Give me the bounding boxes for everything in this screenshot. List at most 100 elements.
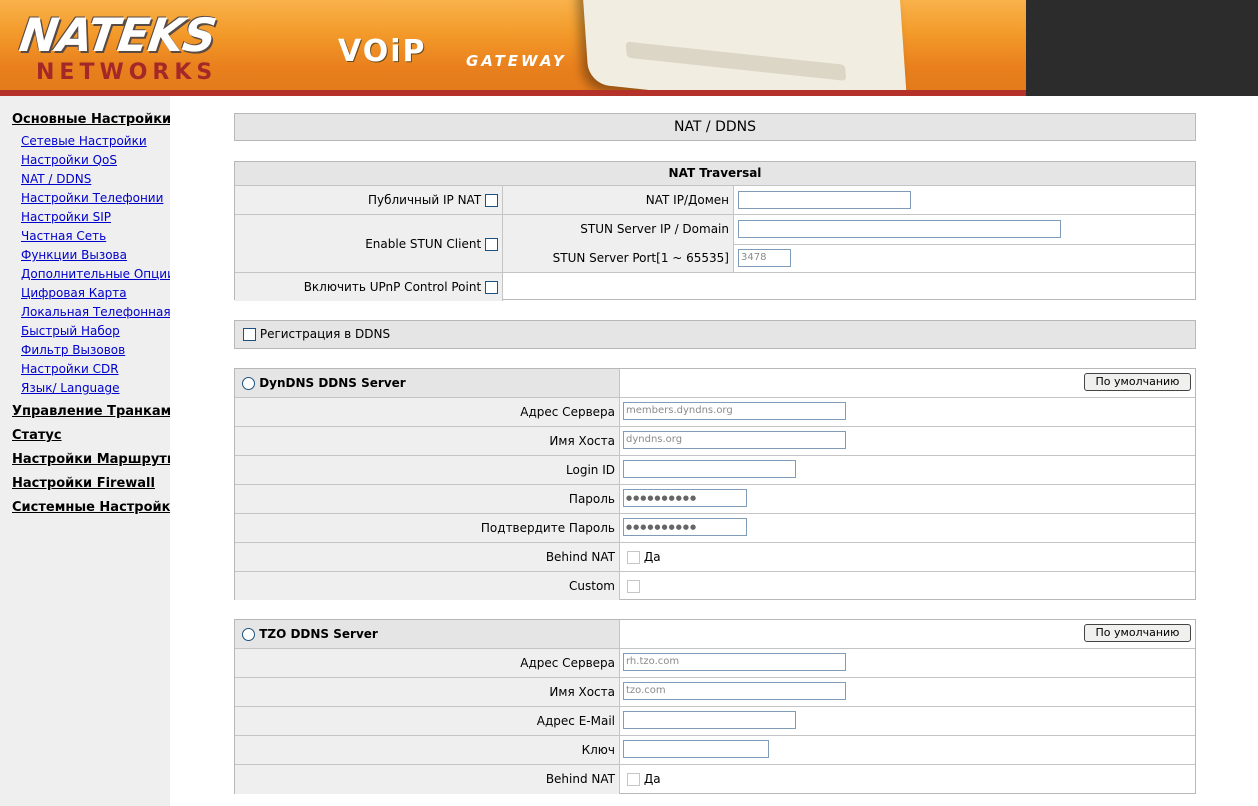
dyndns-behind-nat-checkbox[interactable] <box>627 551 640 564</box>
dyndns-host-label: Имя Хоста <box>235 427 620 456</box>
tzo-email-label: Адрес E-Mail <box>235 707 620 736</box>
tzo-server-input[interactable]: rh.tzo.com <box>623 653 846 671</box>
tzo-row-email: Адрес E-Mail <box>235 706 1195 736</box>
dyndns-password-input[interactable]: ●●●●●●●●●● <box>623 489 747 507</box>
brand-banner: NATEKS NETWORKS VOiP GATEWAY <box>0 0 1026 96</box>
tzo-behind-nat-label: Behind NAT <box>235 765 620 794</box>
nav-trunk-management[interactable]: Управление Транкам <box>12 404 170 419</box>
nat-traversal-title: NAT Traversal <box>235 162 1195 185</box>
dyndns-server-input[interactable]: members.dyndns.org <box>623 402 846 420</box>
public-ip-checkbox[interactable] <box>485 194 498 207</box>
nav-basic-settings[interactable]: Основные Настройки <box>12 112 170 127</box>
sidebar-nav: Основные Настройки Сетевые Настройки Нас… <box>0 96 170 806</box>
tzo-host-label: Имя Хоста <box>235 678 620 707</box>
nat-ip-label: NAT IP/Домен <box>503 186 734 215</box>
tzo-key-label: Ключ <box>235 736 620 765</box>
product-subtitle: GATEWAY <box>466 52 567 70</box>
dyndns-header-row: DynDNS DDNS Server По умолчанию <box>235 369 1195 397</box>
upnp-cell: Включить UPnP Control Point <box>235 273 503 301</box>
nav-call-filter[interactable]: Фильтр Вызовов <box>21 343 125 357</box>
tzo-host-input[interactable]: tzo.com <box>623 682 846 700</box>
dyndns-behind-nat-option: Да <box>627 550 661 564</box>
stun-ip-label: STUN Server IP / Domain <box>503 215 734 244</box>
dyndns-row-behind-nat: Behind NAT Да <box>235 542 1195 572</box>
nav-speed-dial[interactable]: Быстрый Набор <box>21 324 120 338</box>
product-name: VOiP <box>338 34 427 69</box>
stun-enable-label: Enable STUN Client <box>365 237 482 251</box>
nav-network-settings[interactable]: Сетевые Настройки <box>21 134 147 148</box>
nav-cdr-settings[interactable]: Настройки CDR <box>21 362 119 376</box>
upnp-checkbox[interactable] <box>485 281 498 294</box>
tzo-title: TZO DDNS Server <box>259 627 378 641</box>
dyndns-row-confirm: Подтвердите Пароль ●●●●●●●●●● <box>235 513 1195 543</box>
ddns-register-label: Регистрация в DDNS <box>259 327 391 341</box>
stun-ip-input[interactable] <box>738 220 1061 238</box>
nav-sip-settings[interactable]: Настройки SIP <box>21 210 111 224</box>
nav-private-network[interactable]: Частная Сеть <box>21 229 106 243</box>
dyndns-behind-nat-label: Behind NAT <box>235 543 620 572</box>
tzo-server-label: Адрес Сервера <box>235 649 620 678</box>
dyndns-title: DynDNS DDNS Server <box>259 376 406 390</box>
tzo-row-server: Адрес Сервера rh.tzo.com <box>235 648 1195 678</box>
ddns-register-panel: Регистрация в DDNS <box>234 320 1196 349</box>
tzo-row-host: Имя Хоста tzo.com <box>235 677 1195 707</box>
ddns-register-checkbox[interactable] <box>243 328 256 341</box>
tzo-email-input[interactable] <box>623 711 796 729</box>
nav-firewall-settings[interactable]: Настройки Firewall <box>12 476 155 491</box>
nat-traversal-panel: NAT Traversal Публичный IP NAT NAT IP/До… <box>234 161 1196 301</box>
nav-digit-map[interactable]: Цифровая Карта <box>21 286 127 300</box>
nav-status[interactable]: Статус <box>12 428 62 443</box>
tzo-behind-nat-yes: Да <box>643 772 661 786</box>
header-banner: NATEKS NETWORKS VOiP GATEWAY <box>0 0 1258 96</box>
dyndns-server-label: Адрес Сервера <box>235 398 620 427</box>
dyndns-password-label: Пароль <box>235 485 620 514</box>
upnp-label: Включить UPnP Control Point <box>303 280 482 294</box>
tzo-default-button[interactable]: По умолчанию <box>1084 624 1191 642</box>
nav-qos-settings[interactable]: Настройки QoS <box>21 153 117 167</box>
dyndns-radio[interactable] <box>242 377 255 390</box>
dyndns-host-input[interactable]: dyndns.org <box>623 431 846 449</box>
public-ip-cell: Публичный IP NAT <box>235 186 503 215</box>
dyndns-custom-label: Custom <box>235 572 620 600</box>
public-ip-label: Публичный IP NAT <box>367 193 482 207</box>
dyndns-row-login: Login ID <box>235 455 1195 485</box>
tzo-row-key: Ключ <box>235 735 1195 765</box>
stun-enable-checkbox[interactable] <box>485 238 498 251</box>
dyndns-custom-checkbox[interactable] <box>627 580 640 593</box>
dyndns-panel: DynDNS DDNS Server По умолчанию Адрес Се… <box>234 368 1196 600</box>
page-title: NAT / DDNS <box>234 113 1196 141</box>
dyndns-row-password: Пароль ●●●●●●●●●● <box>235 484 1195 514</box>
nav-nat-ddns[interactable]: NAT / DDNS <box>21 172 91 186</box>
dyndns-confirm-label: Подтвердите Пароль <box>235 514 620 543</box>
nav-system-settings[interactable]: Системные Настройк <box>12 500 170 515</box>
tzo-behind-nat-option: Да <box>627 772 661 786</box>
nav-local-phone[interactable]: Локальная Телефонная К <box>21 305 170 319</box>
logo-text-top: NATEKS <box>16 8 220 62</box>
nat-ip-input[interactable] <box>738 191 911 209</box>
nav-routing-settings[interactable]: Настройки Маршрути <box>12 452 170 467</box>
tzo-key-input[interactable] <box>623 740 769 758</box>
stun-port-input[interactable]: 3478 <box>738 249 791 267</box>
logo-text-bottom: NETWORKS <box>36 60 218 85</box>
nat-row-public-ip: Публичный IP NAT NAT IP/Домен <box>235 185 1195 215</box>
dyndns-login-label: Login ID <box>235 456 620 485</box>
nav-additional-options[interactable]: Дополнительные Опции <box>21 267 170 281</box>
dyndns-behind-nat-yes: Да <box>643 550 661 564</box>
nat-row-stun: Enable STUN Client STUN Server IP / Doma… <box>235 214 1195 273</box>
nav-call-features[interactable]: Функции Вызова <box>21 248 127 262</box>
dyndns-default-button[interactable]: По умолчанию <box>1084 373 1191 391</box>
dyndns-row-custom: Custom <box>235 571 1195 600</box>
nav-language[interactable]: Язык/ Language <box>21 381 120 395</box>
dyndns-row-host: Имя Хоста dyndns.org <box>235 426 1195 456</box>
tzo-header-row: TZO DDNS Server По умолчанию <box>235 620 1195 648</box>
nat-row-upnp: Включить UPnP Control Point <box>235 272 1195 301</box>
nav-telephony-settings[interactable]: Настройки Телефонии <box>21 191 163 205</box>
tzo-radio[interactable] <box>242 628 255 641</box>
dyndns-login-input[interactable] <box>623 460 796 478</box>
tzo-behind-nat-checkbox[interactable] <box>627 773 640 786</box>
dyndns-confirm-input[interactable]: ●●●●●●●●●● <box>623 518 747 536</box>
stun-port-label: STUN Server Port[1 ~ 65535] <box>503 244 734 273</box>
dyndns-title-cell: DynDNS DDNS Server <box>235 369 620 397</box>
tzo-row-behind-nat: Behind NAT Да <box>235 764 1195 794</box>
dyndns-row-server: Адрес Сервера members.dyndns.org <box>235 397 1195 427</box>
